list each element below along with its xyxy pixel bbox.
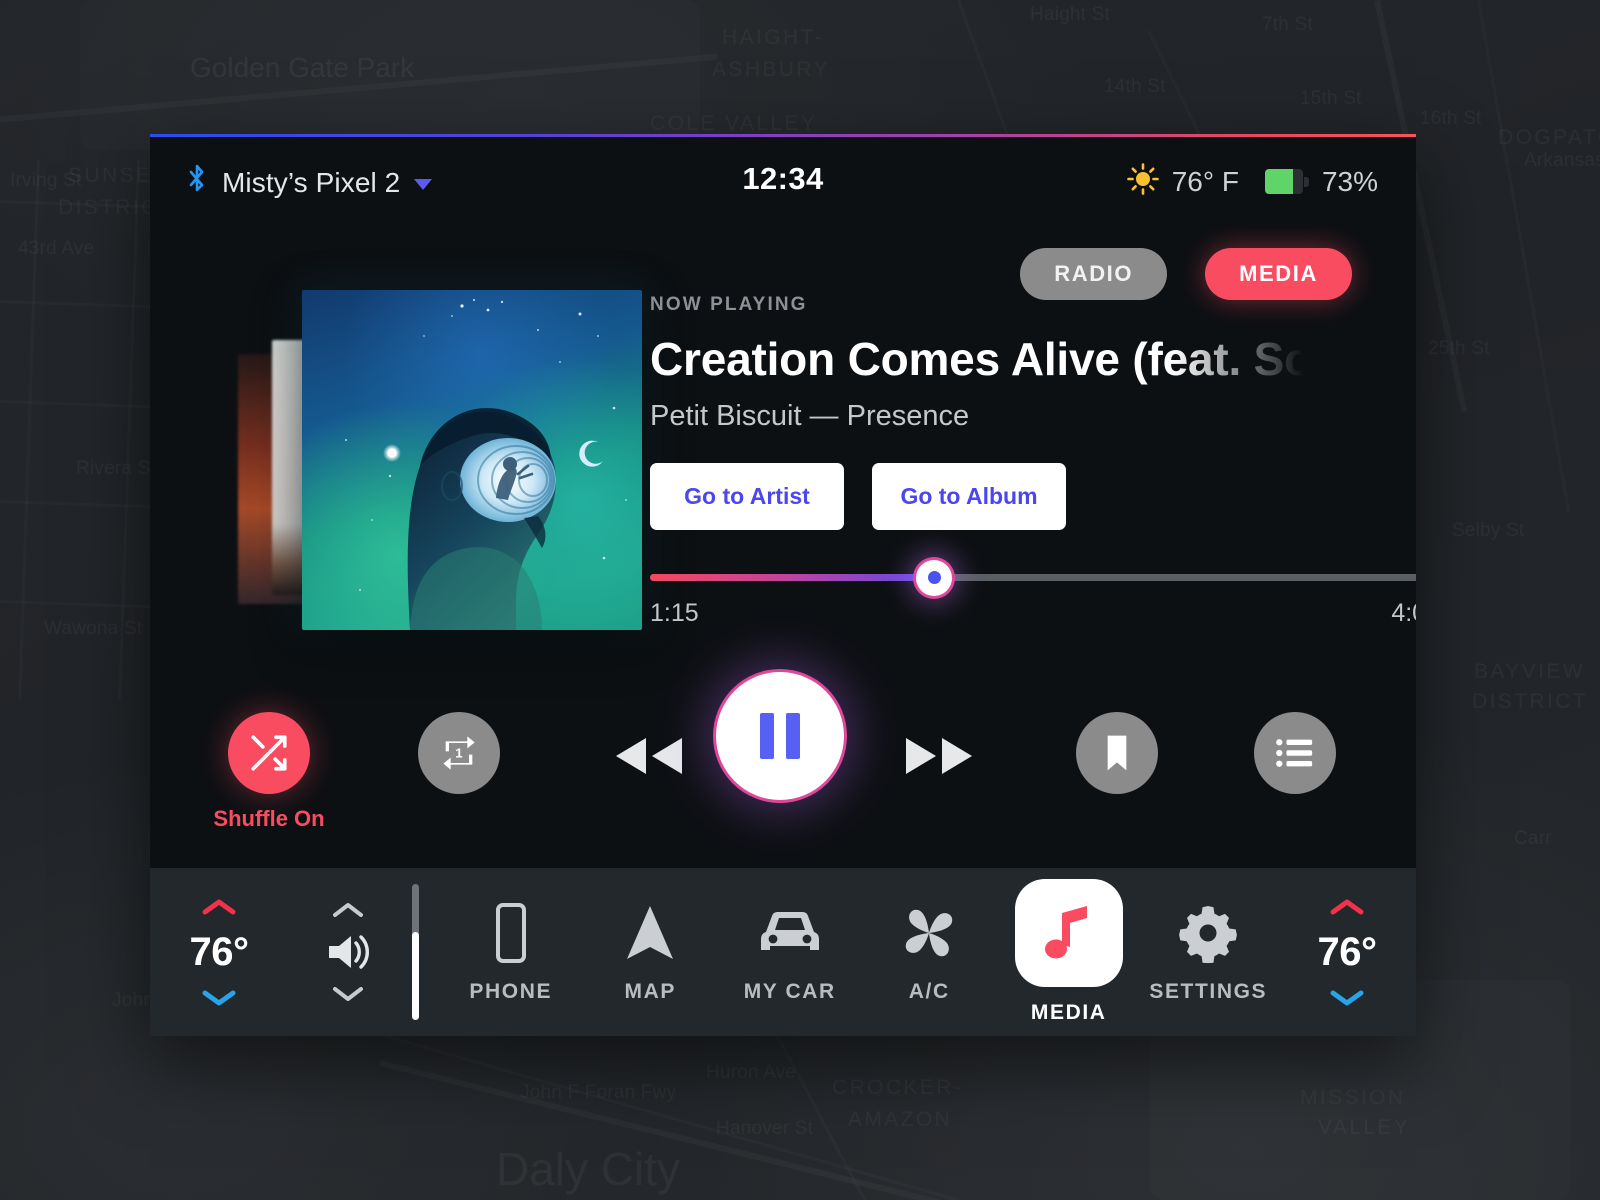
seek-thumb[interactable] bbox=[916, 559, 953, 596]
track-artist-album: Petit Biscuit — Presence bbox=[650, 400, 970, 432]
bookmark-icon bbox=[1107, 735, 1127, 771]
phone-icon bbox=[491, 900, 531, 966]
repeat-one-button[interactable]: 1 bbox=[418, 712, 500, 794]
previous-track-button[interactable] bbox=[602, 732, 694, 780]
bookmark-button[interactable] bbox=[1076, 712, 1158, 794]
now-playing-actions: Go to Artist Go to Album bbox=[650, 463, 1406, 530]
play-pause-button[interactable] bbox=[716, 672, 844, 800]
passenger-temp-down-button[interactable] bbox=[1330, 989, 1364, 1007]
source-toggle: RADIO MEDIA bbox=[1020, 248, 1352, 300]
go-to-artist-button[interactable]: Go to Artist bbox=[650, 463, 844, 530]
rewind-icon bbox=[616, 738, 682, 774]
seek-times: 1:15 4:06 bbox=[650, 599, 1416, 628]
repeat-one-icon: 1 bbox=[443, 736, 475, 770]
battery-indicator: 73% bbox=[1264, 165, 1378, 198]
go-to-album-button[interactable]: Go to Album bbox=[872, 463, 1066, 530]
volume-control bbox=[288, 868, 408, 1036]
svg-text:1: 1 bbox=[455, 745, 463, 760]
track-title: Creation Comes Alive (feat. Some bbox=[650, 333, 1379, 385]
status-indicators: 76° F 73% bbox=[1126, 163, 1378, 200]
driver-temp-value: 76° bbox=[189, 929, 250, 974]
nav-item-phone[interactable]: PHONE bbox=[451, 900, 571, 1004]
head-unit-panel: Misty’s Pixel 2 12:34 76° F 73% RADIO ME… bbox=[150, 134, 1416, 1036]
media-tile bbox=[1014, 879, 1123, 987]
next-track-button[interactable] bbox=[894, 732, 986, 780]
nav-item-settings[interactable]: SETTINGS bbox=[1148, 900, 1268, 1004]
nav-item-map[interactable]: MAP bbox=[590, 900, 710, 1004]
nav-label-media: MEDIA bbox=[1030, 1001, 1107, 1024]
now-playing-info: NOW PLAYING Creation Comes Alive (feat. … bbox=[650, 294, 1406, 530]
album-art-stack bbox=[238, 290, 658, 660]
car-icon bbox=[756, 900, 824, 966]
source-radio-button[interactable]: RADIO bbox=[1020, 248, 1168, 300]
weather-indicator: 76° F bbox=[1126, 163, 1239, 200]
volume-slider-fill bbox=[412, 931, 419, 1020]
seek-bar: 1:15 4:06 bbox=[650, 559, 1416, 628]
nav-item-ac[interactable]: A/C bbox=[869, 900, 989, 1004]
shuffle-icon bbox=[251, 735, 287, 771]
nav-label-my-car: MY CAR bbox=[743, 980, 836, 1003]
status-bar: Misty’s Pixel 2 12:34 76° F 73% bbox=[150, 137, 1416, 227]
album-art[interactable] bbox=[302, 290, 642, 630]
volume-slider[interactable] bbox=[412, 884, 419, 1020]
driver-climate-control: 76° bbox=[150, 868, 288, 1036]
driver-temp-down-button[interactable] bbox=[202, 989, 236, 1007]
nav-item-media[interactable]: MEDIA bbox=[1009, 879, 1129, 1025]
bottom-nav-bar: 76° PHONE MAP MY CAR A/C MEDIA SETTINGS … bbox=[150, 868, 1416, 1036]
passenger-temp-value: 76° bbox=[1317, 929, 1378, 974]
battery-level: 73% bbox=[1321, 165, 1378, 197]
gear-icon bbox=[1178, 900, 1238, 966]
source-media-button[interactable]: MEDIA bbox=[1205, 248, 1352, 300]
navigation-icon bbox=[623, 900, 677, 966]
shuffle-button[interactable] bbox=[228, 712, 310, 794]
seek-track[interactable] bbox=[650, 559, 1416, 596]
passenger-climate-control: 76° bbox=[1278, 868, 1416, 1036]
volume-up-button[interactable] bbox=[331, 901, 365, 919]
nav-label-map: MAP bbox=[624, 980, 676, 1003]
nav-label-ac: A/C bbox=[908, 980, 950, 1003]
driver-temp-up-button[interactable] bbox=[202, 898, 236, 916]
pause-icon bbox=[760, 713, 800, 759]
volume-down-button[interactable] bbox=[331, 985, 365, 1003]
queue-button[interactable] bbox=[1254, 712, 1336, 794]
outside-temperature: 76° F bbox=[1171, 165, 1239, 197]
queue-list-icon bbox=[1276, 739, 1313, 767]
passenger-temp-up-button[interactable] bbox=[1330, 898, 1364, 916]
seek-progress-fill bbox=[650, 574, 935, 581]
elapsed-time: 1:15 bbox=[650, 599, 699, 627]
nav-label-settings: SETTINGS bbox=[1149, 980, 1268, 1003]
duration-time: 4:06 bbox=[1391, 599, 1416, 627]
transport-controls: Shuffle On 1 bbox=[150, 672, 1416, 874]
battery-icon bbox=[1264, 169, 1309, 194]
fast-forward-icon bbox=[906, 738, 972, 774]
music-note-icon bbox=[1044, 906, 1087, 959]
nav-items: PHONE MAP MY CAR A/C MEDIA SETTINGS bbox=[441, 868, 1278, 1036]
sun-icon bbox=[1126, 163, 1159, 200]
nav-item-my-car[interactable]: MY CAR bbox=[730, 900, 850, 1004]
nav-label-phone: PHONE bbox=[469, 980, 553, 1003]
now-playing-label: NOW PLAYING bbox=[650, 294, 808, 315]
fan-icon bbox=[898, 900, 960, 966]
volume-icon bbox=[325, 931, 371, 973]
shuffle-status-label: Shuffle On bbox=[213, 806, 325, 831]
